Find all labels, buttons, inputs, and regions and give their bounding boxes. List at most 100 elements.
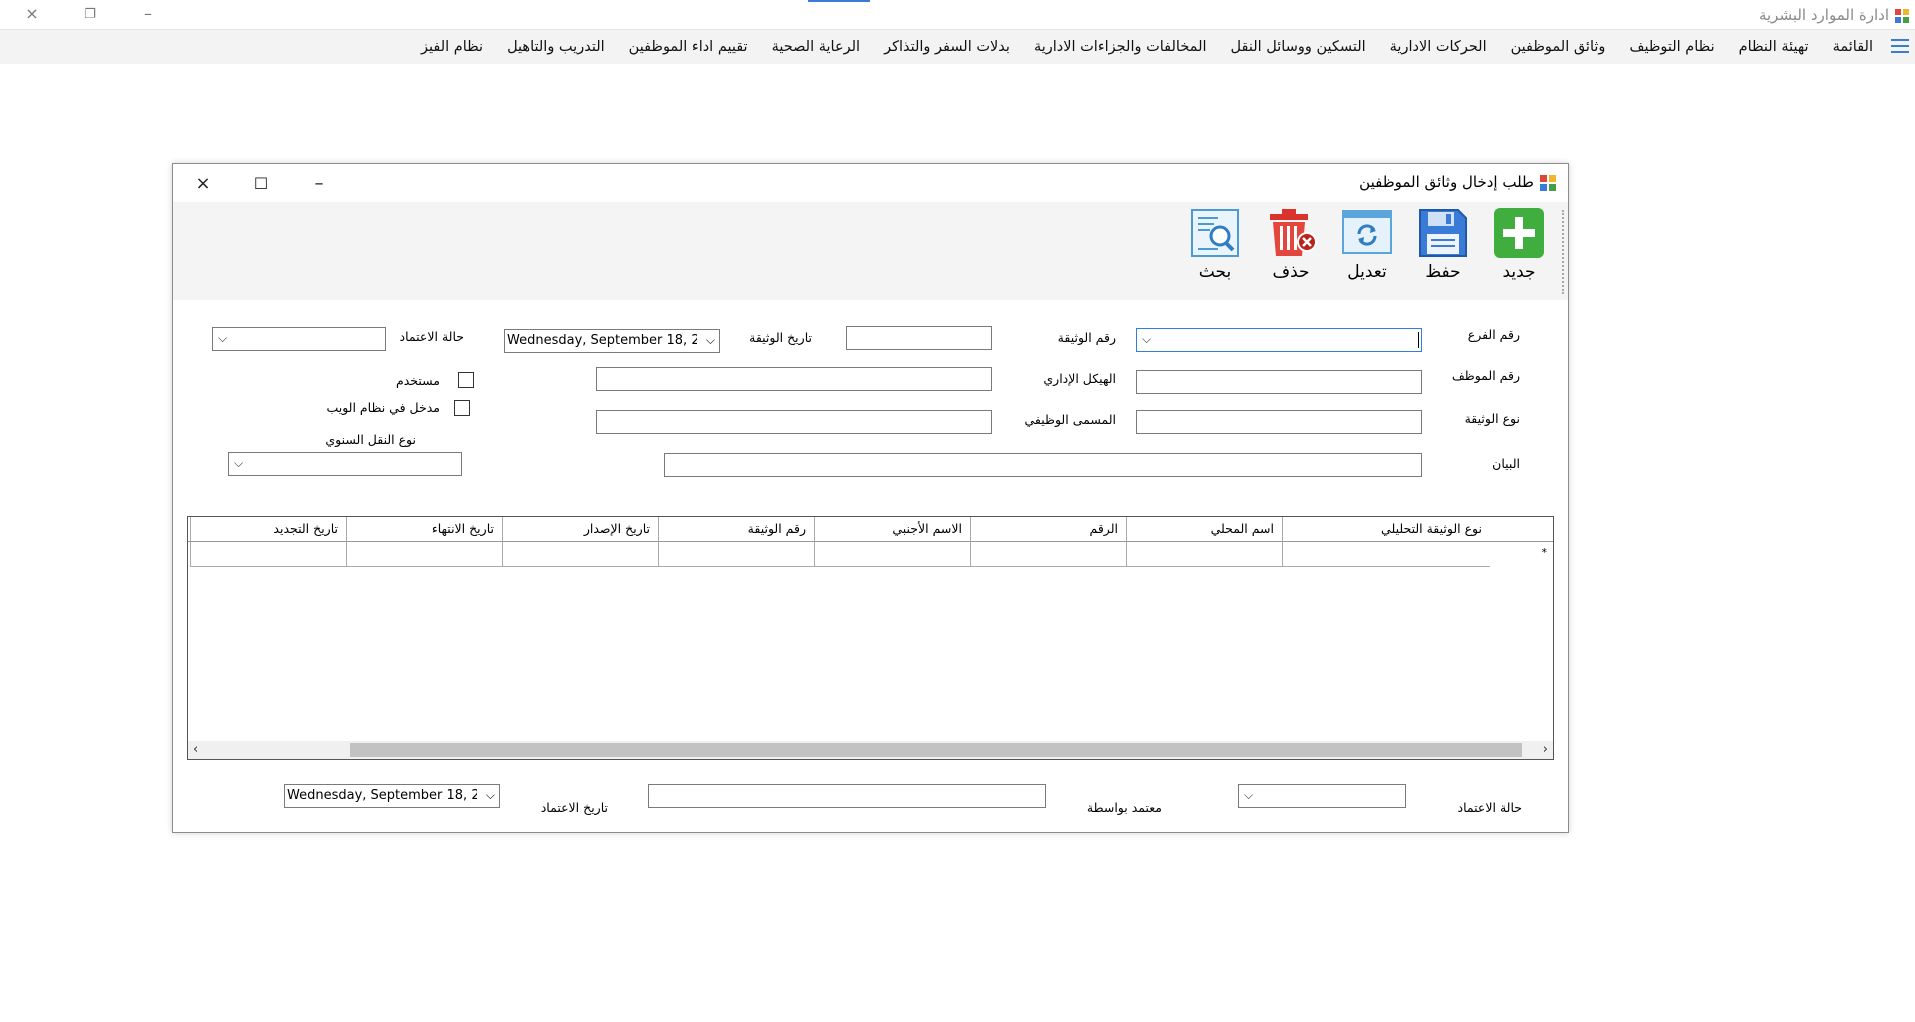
delete-button[interactable]: حذف (1258, 206, 1324, 300)
save-button[interactable]: حفظ (1410, 206, 1476, 300)
grid-cell[interactable] (970, 542, 1126, 567)
chevron-down-icon: ⌵ (1244, 788, 1254, 802)
app-title-bar: × ❐ – ادارة الموارد البشرية (0, 0, 1915, 29)
chevron-down-icon: ⌵ (218, 331, 228, 345)
approved-by-label: معتمد بواسطة (1086, 800, 1162, 815)
menu-item-visas[interactable]: نظام الفيز (409, 39, 495, 55)
statement-input[interactable] (664, 453, 1422, 477)
dialog-close-icon[interactable]: × (192, 172, 214, 194)
app-grid-icon (1895, 8, 1909, 23)
dialog-minimize-icon[interactable]: – (308, 172, 330, 194)
doc-type-label: نوع الوثيقة (1464, 411, 1520, 426)
used-checkbox[interactable] (458, 372, 474, 388)
menu-item-violations[interactable]: المخالفات والجزاءات الادارية (1022, 39, 1219, 55)
grid-cell[interactable] (1126, 542, 1282, 567)
menu-item-performance[interactable]: تقييم اداء الموظفين (617, 39, 760, 55)
plus-icon (1494, 208, 1544, 258)
grid-col-foreign-name[interactable]: الاسم الأجنبي (814, 517, 970, 541)
menu-item-training[interactable]: التدريب والتاهيل (495, 39, 617, 55)
footer-approval-status-label: حالة الاعتماد (1457, 800, 1522, 815)
edit-button[interactable]: تعديل (1334, 206, 1400, 300)
grid-cell[interactable] (346, 542, 502, 567)
doc-no-input[interactable] (846, 326, 992, 350)
branch-no-combo[interactable]: ⌵ (1136, 328, 1422, 352)
approval-date-label: تاريخ الاعتماد (540, 800, 608, 815)
text-caret (1418, 332, 1419, 348)
grid-horizontal-scrollbar[interactable]: ‹ › (188, 741, 1553, 759)
grid-cell[interactable] (1282, 542, 1490, 567)
menu-item-main[interactable]: القائمة (1821, 39, 1885, 55)
hamburger-menu-icon[interactable] (1891, 39, 1909, 55)
annual-transport-label: نوع النقل السنوي (325, 432, 416, 447)
menu-item-health-care[interactable]: الرعاية الصحية (760, 39, 872, 55)
floppy-disk-icon (1419, 209, 1467, 257)
grid-cell[interactable] (658, 542, 814, 567)
grid-col-analytic-doc-type[interactable]: نوع الوثيقة التحليلي (1282, 517, 1490, 541)
dialog-toolbar: جديد حفظ تعديل حذف بحث (173, 202, 1568, 300)
doc-type-input[interactable] (1136, 410, 1422, 434)
approved-by-input[interactable] (648, 784, 1046, 808)
grid-col-number[interactable]: الرقم (970, 517, 1126, 541)
chevron-down-icon: ⌵ (483, 788, 495, 803)
statement-label: البيان (1492, 456, 1520, 471)
search-button[interactable]: بحث (1182, 206, 1248, 300)
toolbar-grip (1560, 210, 1564, 294)
menu-item-housing-transport[interactable]: التسكين ووسائل النقل (1219, 39, 1378, 55)
app-title: ادارة الموارد البشرية (1758, 6, 1889, 24)
search-document-icon (1191, 209, 1239, 257)
admin-structure-input[interactable] (596, 367, 992, 391)
menu-item-admin-movements[interactable]: الحركات الادارية (1378, 39, 1499, 55)
trash-can-icon (1270, 209, 1317, 256)
menu-item-system-setup[interactable]: تهيئة النظام (1727, 39, 1821, 55)
chevron-down-icon: ⌵ (703, 333, 715, 348)
approval-status-label: حالة الاعتماد (399, 329, 464, 344)
doc-date-label: تاريخ الوثيقة (749, 330, 812, 345)
app-close-icon[interactable]: × (22, 4, 42, 24)
active-tab-indicator (808, 0, 870, 2)
delete-button-label: حذف (1272, 262, 1310, 282)
documents-grid[interactable]: نوع الوثيقة التحليلي اسم المحلي الرقم ال… (187, 516, 1554, 760)
web-entry-checkbox[interactable] (454, 400, 470, 416)
employee-no-input[interactable] (1136, 370, 1422, 394)
search-button-label: بحث (1198, 262, 1232, 282)
scrollbar-thumb[interactable] (350, 743, 1522, 757)
doc-date-value: Wednesday, September 18, 20 (507, 333, 697, 348)
chevron-down-icon: ⌵ (234, 456, 244, 470)
dialog-title: طلب إدخال وثائق الموظفين (1359, 173, 1534, 191)
app-restore-icon[interactable]: ❐ (80, 4, 100, 24)
approval-date-value: Wednesday, September 18, 20 (287, 788, 477, 803)
grid-col-renewal-date[interactable]: تاريخ التجديد (190, 517, 346, 541)
grid-col-local-name[interactable]: اسم المحلي (1126, 517, 1282, 541)
grid-cell[interactable] (190, 542, 346, 567)
grid-cell[interactable] (502, 542, 658, 567)
approval-status-combo[interactable]: ⌵ (212, 327, 386, 351)
approval-date-picker[interactable]: Wednesday, September 18, 20 ⌵ (284, 784, 500, 808)
grid-col-doc-no[interactable]: رقم الوثيقة (658, 517, 814, 541)
used-label: مستخدم (396, 373, 440, 388)
annual-transport-combo[interactable]: ⌵ (228, 452, 462, 476)
dialog-title-bar: × ☐ – طلب إدخال وثائق الموظفين (173, 164, 1568, 202)
dialog-maximize-icon[interactable]: ☐ (250, 172, 272, 194)
new-button-label: جديد (1502, 262, 1536, 282)
menu-item-travel-allowances[interactable]: بدلات السفر والتذاكر (872, 39, 1022, 55)
scroll-right-icon[interactable]: › (1543, 742, 1548, 757)
employee-documents-dialog: × ☐ – طلب إدخال وثائق الموظفين جديد حفظ … (172, 163, 1569, 833)
web-entry-label: مدخل في نظام الويب (326, 400, 440, 415)
grid-col-expiry-date[interactable]: تاريخ الانتهاء (346, 517, 502, 541)
branch-no-label: رقم الفرع (1467, 327, 1520, 342)
refresh-window-icon (1342, 210, 1392, 254)
dialog-app-icon (1540, 175, 1556, 191)
grid-cell[interactable] (814, 542, 970, 567)
new-button[interactable]: جديد (1486, 206, 1552, 300)
doc-date-picker[interactable]: Wednesday, September 18, 20 ⌵ (504, 329, 720, 353)
menu-item-recruitment[interactable]: نظام التوظيف (1617, 39, 1726, 55)
app-minimize-icon[interactable]: – (138, 4, 158, 24)
edit-button-label: تعديل (1347, 262, 1387, 282)
footer-approval-status-combo[interactable]: ⌵ (1238, 784, 1406, 808)
menu-item-employee-documents[interactable]: وثائق الموظفين (1499, 39, 1618, 55)
main-menu-bar: القائمة تهيئة النظام نظام التوظيف وثائق … (0, 30, 1915, 64)
job-title-input[interactable] (596, 410, 992, 434)
new-row-marker: * (1541, 546, 1548, 559)
scroll-left-icon[interactable]: ‹ (193, 742, 198, 757)
grid-col-issue-date[interactable]: تاريخ الإصدار (502, 517, 658, 541)
